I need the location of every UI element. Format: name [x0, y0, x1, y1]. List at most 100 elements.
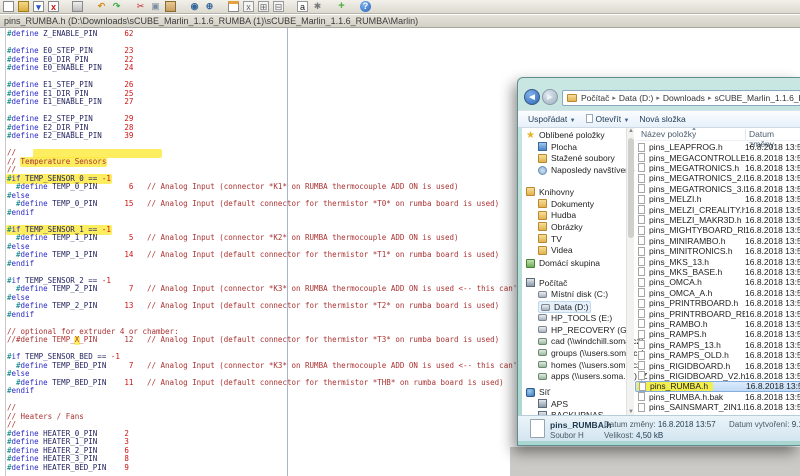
file-name: pins_OMCA.h — [649, 277, 745, 287]
sidebar-item-videa[interactable]: Videa — [538, 245, 573, 255]
document-icon — [586, 114, 593, 123]
editor-tab-bar[interactable]: pins_RUMBA.h (D:\Downloads\sCUBE_Marlin_… — [0, 15, 800, 28]
sidebar-item-hp-tools-e[interactable]: HP_TOOLS (E:) — [538, 313, 612, 323]
file-date: 16.8.2018 13:57 — [745, 298, 800, 308]
sidebar-item-dom-c-skupina[interactable]: Domácí skupina — [526, 258, 600, 268]
sidebar-item-plocha[interactable]: Plocha — [538, 142, 577, 152]
new-file-icon[interactable] — [3, 1, 14, 12]
sidebar-item-m-stn-disk-c[interactable]: Místní disk (C:) — [538, 289, 608, 299]
file-row-pins-rigidboard-v2-h[interactable]: pins_RIGIDBOARD_V2.h16.8.2018 13:57 — [635, 371, 800, 381]
tools-icon[interactable]: ✱ — [312, 1, 323, 12]
details-created: Datum vytvoření: 9.11.2017 18:2 — [729, 420, 800, 429]
add-plugin-icon[interactable]: + — [336, 1, 347, 12]
sidebar-item-hudba[interactable]: Hudba — [538, 210, 576, 220]
column-divider[interactable] — [745, 129, 746, 140]
file-row-pins-rambo-h[interactable]: pins_RAMBO.h16.8.2018 13:57 — [635, 319, 800, 329]
file-date: 16.8.2018 13:57 — [745, 267, 800, 277]
file-row-pins-mks-base-h[interactable]: pins_MKS_BASE.h16.8.2018 13:57 — [635, 267, 800, 277]
breadcrumb-segment[interactable]: sCUBE_Marlin_1.1.6_RUMBA (1) — [714, 93, 800, 103]
find-in-files-icon[interactable]: ⊕ — [204, 1, 215, 12]
sidebar-item-label: Oblíbené položky — [539, 130, 605, 140]
file-row-pins-megacontroller-h[interactable]: pins_MEGACONTROLLER.h16.8.2018 13:57 — [635, 152, 800, 162]
file-row-pins-ramps-13-h[interactable]: pins_RAMPS_13.h16.8.2018 13:57 — [635, 340, 800, 350]
sidebar-item-sta-en-soubory[interactable]: Stažené soubory — [538, 153, 615, 163]
undo-icon[interactable]: ↶ — [96, 1, 107, 12]
explorer-window: ◄ ► Počítač▸Data (D:)▸Downloads▸sCUBE_Ma… — [517, 77, 800, 446]
file-row-pins-sainsmart-2in1-h[interactable]: pins_SAINSMART_2IN1.h16.8.2018 13:57 — [635, 402, 800, 412]
breadcrumb-segment[interactable]: Data (D:) — [619, 93, 653, 103]
file-row-pins-megatronics-3-h[interactable]: pins_MEGATRONICS_3.h16.8.2018 13:57 — [635, 184, 800, 194]
sidebar-scrollbar[interactable]: ▲ ▼ — [626, 128, 634, 415]
file-row-pins-printrboard-h[interactable]: pins_PRINTRBOARD.h16.8.2018 13:57 — [635, 298, 800, 308]
file-row-pins-ramps-h[interactable]: pins_RAMPS.h16.8.2018 13:57 — [635, 329, 800, 339]
breadcrumb-segment[interactable]: Downloads — [663, 93, 705, 103]
editor-tab-title[interactable]: pins_RUMBA.h (D:\Downloads\sCUBE_Marlin_… — [0, 16, 418, 26]
file-row-pins-megatronics-h[interactable]: pins_MEGATRONICS.h16.8.2018 13:57 — [635, 163, 800, 173]
address-bar[interactable]: Počítač▸Data (D:)▸Downloads▸sCUBE_Marlin… — [562, 90, 800, 106]
sidebar-item-dokumenty[interactable]: Dokumenty — [538, 199, 594, 209]
file-icon — [638, 153, 645, 162]
file-row-pins-melzi-makr3d-h[interactable]: pins_MELZI_MAKR3D.h16.8.2018 13:57 — [635, 215, 800, 225]
sidebar-item-obr-zky[interactable]: Obrázky — [538, 222, 583, 232]
breadcrumb: Počítač▸Data (D:)▸Downloads▸sCUBE_Marlin… — [581, 93, 800, 103]
sidebar-item-po-ta[interactable]: Počítač — [526, 278, 567, 288]
sidebar-item-knihovny[interactable]: Knihovny — [526, 187, 574, 197]
file-icon — [638, 267, 645, 276]
maximize-window-icon[interactable]: ⊞ — [258, 1, 269, 12]
organize-button[interactable]: Uspořádat ▼ — [528, 114, 576, 124]
cut-icon[interactable]: ✂ — [135, 1, 146, 12]
forward-button[interactable]: ► — [542, 89, 558, 105]
file-row-pins-rumba-h[interactable]: pins_RUMBA.h16.8.2018 13:57 — [635, 381, 800, 391]
redo-icon[interactable]: ↷ — [111, 1, 122, 12]
minimize-window-icon[interactable]: ⊟ — [273, 1, 284, 12]
back-button[interactable]: ◄ — [524, 89, 540, 105]
close-window-icon[interactable]: x — [243, 1, 254, 12]
find-icon[interactable]: ◉ — [189, 1, 200, 12]
sidebar-item-hp-recovery-g[interactable]: HP_RECOVERY (G:) — [538, 325, 632, 335]
help-icon[interactable]: ? — [360, 1, 371, 12]
open-button[interactable]: Otevřít ▼ — [586, 114, 630, 124]
print-icon[interactable] — [72, 1, 83, 12]
file-row-pins-rumba-h-bak[interactable]: pins_RUMBA.h.bak16.8.2018 13:57 — [635, 392, 800, 402]
file-row-pins-melzi-h[interactable]: pins_MELZI.h16.8.2018 13:57 — [635, 194, 800, 204]
file-row-pins-leapfrog-h[interactable]: pins_LEAPFROG.h16.8.2018 13:57 — [635, 142, 800, 152]
file-row-pins-ramps-old-h[interactable]: pins_RAMPS_OLD.h16.8.2018 13:57 — [635, 350, 800, 360]
sidebar-item-aps[interactable]: APS — [538, 399, 568, 409]
drive-icon — [538, 291, 547, 298]
file-row-pins-mks-13-h[interactable]: pins_MKS_13.h16.8.2018 13:57 — [635, 256, 800, 266]
paste-icon[interactable] — [165, 1, 176, 12]
sidebar-item-obl-ben-polo-ky[interactable]: ★Oblíbené položky — [526, 130, 605, 140]
file-row-pins-minirambo-h[interactable]: pins_MINIRAMBO.h16.8.2018 13:57 — [635, 236, 800, 246]
library-icon — [538, 199, 547, 208]
scroll-up-icon[interactable]: ▲ — [627, 128, 635, 134]
file-icon — [638, 247, 645, 256]
sidebar-item-data-d[interactable]: Data (D:) — [538, 301, 591, 313]
sidebar-item-s[interactable]: Síť — [526, 387, 550, 397]
file-row-pins-rigidboard-h[interactable]: pins_RIGIDBOARD.h16.8.2018 13:57 — [635, 360, 800, 370]
file-row-pins-omca-a-h[interactable]: pins_OMCA_A.h16.8.2018 13:57 — [635, 288, 800, 298]
sidebar-item-naposledy-nav-t-ven[interactable]: Naposledy navštívené — [538, 165, 635, 175]
text-format-icon[interactable]: a — [297, 1, 308, 12]
breadcrumb-segment[interactable]: Počítač — [581, 93, 609, 103]
scrollbar-thumb[interactable] — [628, 138, 634, 238]
copy-icon[interactable]: ▣ — [150, 1, 161, 12]
file-row-pins-mightyboard-reve-h[interactable]: pins_MIGHTYBOARD_REVE.h16.8.2018 13:57 — [635, 225, 800, 235]
file-row-pins-melzi-creality-h[interactable]: pins_MELZI_CREALITY.h16.8.2018 13:57 — [635, 204, 800, 214]
close-file-icon[interactable]: x — [48, 1, 59, 12]
column-header-name[interactable]: Název položky — [641, 129, 696, 139]
save-file-icon[interactable]: ▾ — [33, 1, 44, 12]
file-date: 16.8.2018 13:57 — [745, 277, 800, 287]
file-icon — [638, 392, 645, 401]
file-row-pins-minitronics-h[interactable]: pins_MINITRONICS.h16.8.2018 13:57 — [635, 246, 800, 256]
file-row-pins-printrboard-revf-h[interactable]: pins_PRINTRBOARD_REVF.h16.8.2018 13:57 — [635, 308, 800, 318]
sidebar-item-label: Obrázky — [551, 222, 583, 232]
sidebar-item-label: Knihovny — [539, 187, 574, 197]
new-window-icon[interactable] — [228, 1, 239, 12]
file-icon — [638, 288, 645, 297]
file-name: pins_MEGATRONICS_3.h — [649, 184, 745, 194]
open-file-icon[interactable] — [18, 1, 29, 12]
new-folder-button[interactable]: Nová složka — [639, 114, 685, 124]
file-row-pins-omca-h[interactable]: pins_OMCA.h16.8.2018 13:57 — [635, 277, 800, 287]
file-row-pins-megatronics-2-h[interactable]: pins_MEGATRONICS_2.h16.8.2018 13:57 — [635, 173, 800, 183]
sidebar-item-tv[interactable]: TV — [538, 234, 562, 244]
